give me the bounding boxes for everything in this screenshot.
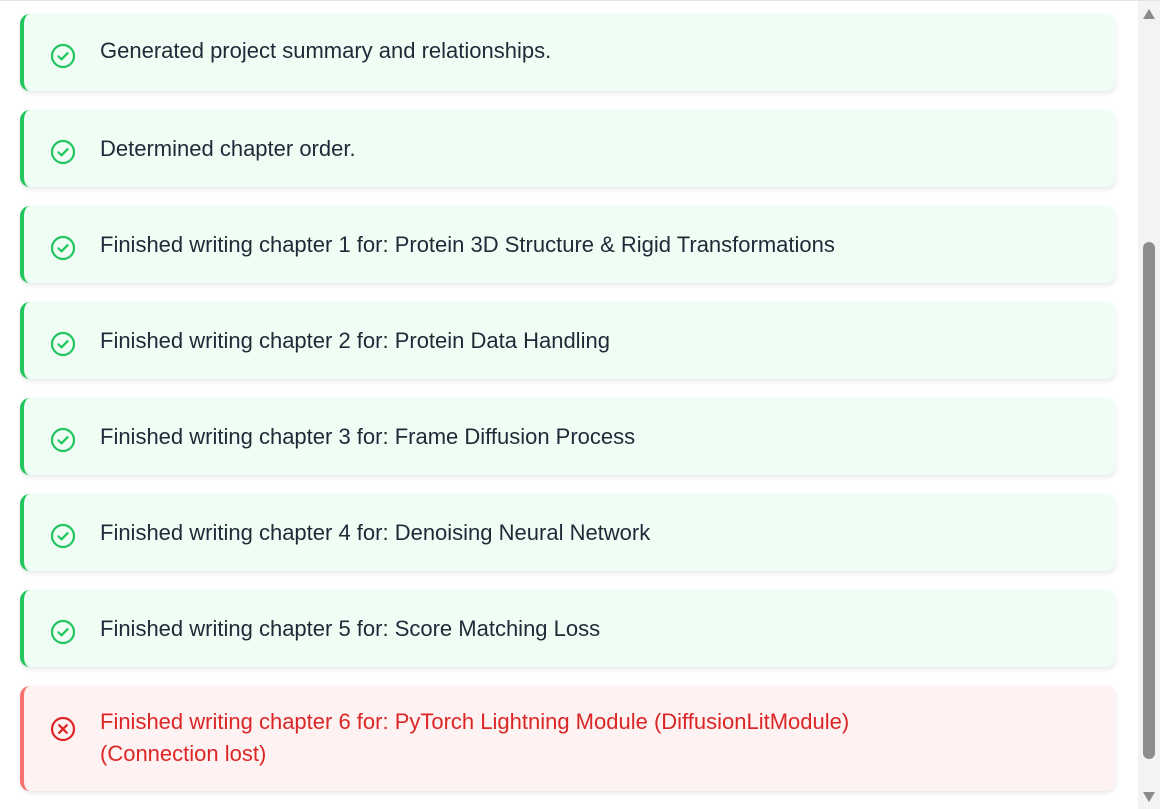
log-entry-success: Finished writing chapter 2 for: Protein … [20, 302, 1116, 379]
log-entry-text: Finished writing chapter 1 for: Protein … [100, 232, 835, 257]
log-entry-error: Finished writing chapter 6 for: PyTorch … [20, 686, 1116, 791]
arrow-down-icon[interactable] [1143, 792, 1155, 802]
log-entry-text: Finished writing chapter 5 for: Score Ma… [100, 616, 601, 641]
x-circle-icon [50, 716, 76, 742]
log-entry-success: Finished writing chapter 1 for: Protein … [20, 206, 1116, 283]
error-detail: (Connection lost) [100, 741, 267, 766]
check-circle-icon [50, 139, 76, 165]
log-entry-success: Finished writing chapter 4 for: Denoisin… [20, 494, 1116, 571]
log-entry-success: Finished writing chapter 5 for: Score Ma… [20, 590, 1116, 667]
check-circle-icon [50, 427, 76, 453]
log-entry-text: Generated project summary and relationsh… [100, 38, 552, 63]
check-circle-icon [50, 331, 76, 357]
check-circle-icon [50, 43, 76, 69]
check-circle-icon [50, 523, 76, 549]
log-list: Generated project summary and relationsh… [20, 14, 1116, 809]
check-circle-icon [50, 235, 76, 261]
scrollbar-thumb[interactable] [1143, 241, 1155, 760]
log-entry-text: Determined chapter order. [100, 136, 356, 161]
log-entry-success: Generated project summary and relationsh… [20, 14, 1116, 91]
log-entry-text: Finished writing chapter 4 for: Denoisin… [100, 520, 651, 545]
log-entry-text: Finished writing chapter 3 for: Frame Di… [100, 424, 636, 449]
log-entry-text: Finished writing chapter 6 for: PyTorch … [100, 706, 1060, 770]
progress-log-panel: Generated project summary and relationsh… [0, 0, 1160, 809]
error-message: Finished writing chapter 6 for: PyTorch … [100, 709, 850, 734]
log-entry-text: Finished writing chapter 2 for: Protein … [100, 328, 610, 353]
log-entry-success: Determined chapter order. [20, 110, 1116, 187]
arrow-up-icon[interactable] [1143, 9, 1155, 19]
log-entry-success: Finished writing chapter 3 for: Frame Di… [20, 398, 1116, 475]
check-circle-icon [50, 619, 76, 645]
vertical-scrollbar[interactable] [1138, 1, 1160, 809]
